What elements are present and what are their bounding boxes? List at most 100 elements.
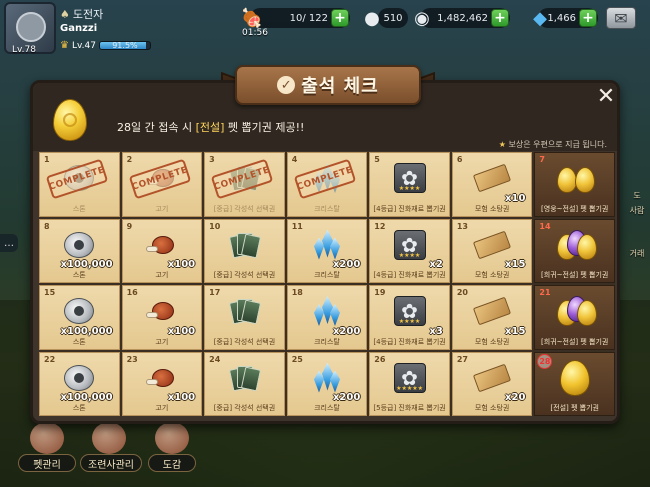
banner-suffix: 펫 뽑기권 제공!! bbox=[224, 121, 305, 134]
reward-label: 크리스탈 bbox=[314, 404, 340, 412]
reward-icon bbox=[142, 361, 182, 395]
reward-cell[interactable]: 3 [중급] 각성석 선택권 COMPLETE bbox=[204, 152, 285, 217]
reward-cell[interactable]: 12 ✿ ★★★★ x2 [4등급] 진화재료 뽑기권 bbox=[369, 218, 450, 283]
side-label-3[interactable]: 거래 bbox=[624, 248, 650, 259]
reward-cell[interactable]: 1 스톤 COMPLETE bbox=[39, 152, 120, 217]
reward-cell[interactable]: 21 [희귀~전설] 펫 뽑기권 bbox=[534, 285, 615, 350]
day-number: 21 bbox=[539, 288, 551, 297]
reward-cell[interactable]: 24 [중급] 각성석 선택권 bbox=[204, 351, 285, 416]
reward-cell[interactable]: 27 x20 모험 소탕권 bbox=[451, 351, 533, 416]
reward-cell[interactable]: 18 x200 크리스탈 bbox=[286, 285, 368, 350]
sweep-ticket-icon bbox=[473, 296, 512, 326]
reward-cell[interactable]: 4 크리스탈 COMPLETE bbox=[286, 152, 368, 217]
reward-label: [중급] 각성석 선택권 bbox=[213, 204, 276, 213]
evolution-material-icon: ✿ ★★★★ bbox=[393, 163, 426, 193]
mail-notice: ★ 보상은 우편으로 지급 됩니다. bbox=[499, 139, 607, 150]
day-number: 24 bbox=[209, 354, 221, 364]
reward-icon bbox=[472, 361, 512, 395]
reward-cell[interactable]: 22 x100,000 스톤 bbox=[39, 351, 120, 416]
reward-cell[interactable]: 17 [중급] 각성석 선택권 bbox=[204, 285, 285, 350]
reward-cell[interactable]: 2 고기 COMPLETE bbox=[121, 152, 203, 217]
reward-cell[interactable]: 23 x100 고기 bbox=[121, 351, 203, 416]
reward-cell[interactable]: 9 x100 고기 bbox=[121, 218, 203, 283]
reward-icon bbox=[472, 161, 512, 195]
awaken-stone-ticket-icon bbox=[229, 296, 262, 326]
crystal-icon bbox=[313, 229, 340, 260]
reward-icon bbox=[59, 228, 99, 262]
crystal-icon bbox=[313, 362, 340, 393]
book-icon bbox=[155, 422, 189, 454]
reward-cell[interactable]: 25 x200 크리스탈 bbox=[286, 351, 368, 416]
level-row: ♛ Lv.47 91.5% bbox=[60, 40, 151, 51]
reward-cell[interactable]: 26 ✿ ★★★★★ [5등급] 진화재료 뽑기권 bbox=[369, 351, 450, 416]
chat-button[interactable]: … bbox=[0, 234, 18, 252]
trainer-manage-button[interactable]: 조련사관리 bbox=[80, 422, 142, 476]
reward-cell[interactable]: 13 x15 모험 소탕권 bbox=[451, 218, 533, 283]
evolution-material-icon: ✿ ★★★★ bbox=[393, 229, 426, 260]
mail-button[interactable]: ✉ bbox=[606, 7, 636, 29]
evolution-material-icon: ✿ ★★★★★ bbox=[393, 362, 426, 393]
legend-egg-icon bbox=[53, 99, 87, 141]
evolution-material-icon: ✿ ★★★★ bbox=[393, 296, 426, 326]
close-button[interactable]: ✕ bbox=[595, 84, 617, 109]
reward-icon bbox=[555, 228, 597, 262]
legend-egg-icon bbox=[559, 359, 590, 396]
day-number: 12 bbox=[374, 221, 386, 231]
reward-icon bbox=[224, 361, 264, 395]
day-number: 20 bbox=[456, 288, 468, 297]
reward-cell[interactable]: 28 [전설] 펫 뽑기권 bbox=[534, 351, 615, 416]
add-crystal-button[interactable]: + bbox=[579, 9, 597, 27]
chat-icon: … bbox=[4, 237, 14, 249]
reward-quantity: x3 bbox=[429, 325, 443, 337]
reward-quantity: x100 bbox=[167, 259, 196, 270]
day-number: 7 bbox=[539, 155, 545, 164]
day-number: 16 bbox=[126, 288, 138, 297]
reward-cell[interactable]: 5 ✿ ★★★★ [4등급] 진화재료 뽑기권 bbox=[369, 152, 450, 217]
coin-count: 1,482,462 bbox=[437, 12, 488, 24]
sweep-ticket-icon bbox=[473, 163, 512, 193]
reward-cell[interactable]: 16 x100 고기 bbox=[121, 285, 203, 350]
reward-banner: 28일 간 접속 시 [전설] 펫 뽑기권 제공!! bbox=[117, 119, 304, 135]
reward-label: 스톤 bbox=[72, 337, 86, 346]
day-number: 27 bbox=[456, 354, 468, 364]
reward-icon bbox=[472, 294, 512, 328]
reward-cell[interactable]: 14 [희귀~전설] 펫 뽑기권 bbox=[534, 218, 615, 283]
reward-cell[interactable]: 11 x200 크리스탈 bbox=[286, 218, 368, 283]
check-icon: ✓ bbox=[277, 76, 296, 94]
side-label-1[interactable]: 도 bbox=[624, 190, 650, 201]
reward-cell[interactable]: 8 x100,000 스톤 bbox=[39, 218, 120, 283]
reward-quantity: x15 bbox=[505, 325, 526, 337]
reward-cell[interactable]: 15 x100,000 스톤 bbox=[39, 285, 120, 350]
day-number: 5 bbox=[374, 155, 380, 164]
reward-cell[interactable]: 10 [중급] 각성석 선택권 bbox=[204, 218, 285, 283]
reward-cell[interactable]: 7 [영웅~전설] 펫 뽑기권 bbox=[534, 152, 615, 217]
reward-quantity: x10 bbox=[505, 192, 526, 204]
reward-label: 모험 소탕권 bbox=[474, 337, 510, 346]
reward-quantity: x100,000 bbox=[60, 325, 113, 337]
player-avatar[interactable]: Lv.78 bbox=[4, 2, 56, 55]
rank-label: ♠ 도전자 bbox=[60, 6, 103, 22]
reward-cell[interactable]: 20 x15 모험 소탕권 bbox=[451, 285, 533, 350]
add-meat-button[interactable]: + bbox=[331, 9, 349, 27]
reward-label: [전설] 펫 뽑기권 bbox=[550, 404, 599, 412]
player-nickname: Ganzzi bbox=[60, 23, 98, 34]
collection-button[interactable]: 도감 bbox=[148, 422, 196, 476]
pet-egg-icon bbox=[555, 296, 597, 326]
reward-icon: ✿ ★★★★ bbox=[390, 228, 430, 262]
crystal-icon bbox=[313, 296, 340, 326]
attendance-grid: 1 스톤 COMPLETE 2 고기 COMPLETE 3 [중급] 각성석 선택권 COMPL… bbox=[39, 152, 615, 416]
reward-icon bbox=[142, 228, 182, 262]
side-label-2[interactable]: 사람 bbox=[624, 205, 650, 216]
stone-icon bbox=[64, 364, 95, 391]
pet-manage-button[interactable]: 펫관리 bbox=[18, 422, 76, 476]
reward-label: 크리스탈 bbox=[314, 337, 340, 346]
reward-label: 고기 bbox=[155, 337, 169, 346]
day-number: 4 bbox=[291, 155, 298, 164]
reward-cell[interactable]: 19 ✿ ★★★★ x3 [4등급] 진화재료 뽑기권 bbox=[369, 285, 450, 350]
reward-cell[interactable]: 6 x10 모험 소탕권 bbox=[451, 152, 533, 217]
coin-icon: ◉ bbox=[414, 7, 430, 29]
crystal-icon: ◆ bbox=[533, 7, 547, 29]
add-coin-button[interactable]: + bbox=[491, 9, 509, 27]
day-number: 14 bbox=[539, 221, 551, 231]
pet-egg-icon bbox=[555, 229, 597, 260]
